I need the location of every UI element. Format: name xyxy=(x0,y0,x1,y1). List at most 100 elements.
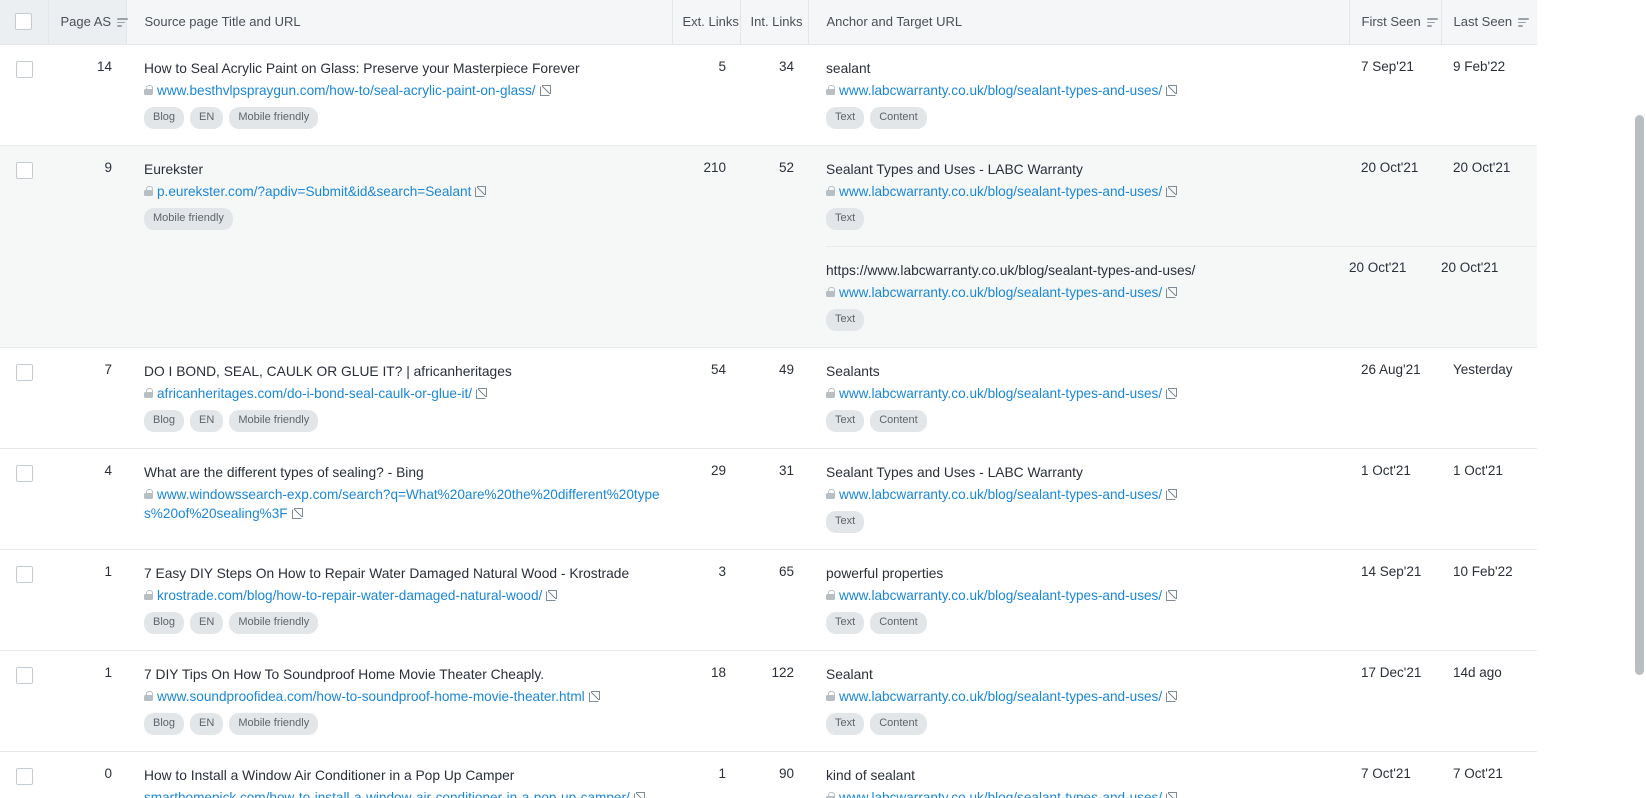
external-link-icon[interactable] xyxy=(476,388,487,399)
url-source-page: africanheritages.com/do-i-bond-seal-caul… xyxy=(144,384,664,403)
row-checkbox[interactable] xyxy=(16,566,33,583)
anchor-cell: Sealant Types and Uses - LABC Warranty ww… xyxy=(808,448,1349,549)
first-seen-cell: 7 Sep'21 xyxy=(1349,44,1441,145)
badge-blog: Blog xyxy=(144,612,184,634)
table-body: 14How to Seal Acrylic Paint on Glass: Pr… xyxy=(0,44,1537,798)
first-seen-cell: 1 Oct'21 xyxy=(1349,448,1441,549)
badge-en: EN xyxy=(190,107,223,129)
url-source-page: p.eurekster.com/?apdiv=Submit&id&search=… xyxy=(144,182,664,201)
external-link-icon[interactable] xyxy=(1166,287,1177,298)
sort-icon[interactable] xyxy=(117,18,128,27)
external-link-icon[interactable] xyxy=(1166,186,1177,197)
lock-icon xyxy=(144,691,153,702)
source-page-cell: How to Install a Window Air Conditioner … xyxy=(126,751,672,798)
anchor-block: Sealant Types and Uses - LABC Warranty ww… xyxy=(826,449,1341,549)
badge-text: Text xyxy=(826,511,864,533)
badge-list: TextContent xyxy=(826,410,1341,432)
external-link-icon[interactable] xyxy=(1166,388,1177,399)
source-page-title: DO I BOND, SEAL, CAULK OR GLUE IT? | afr… xyxy=(144,362,664,381)
page-as-cell: 14 xyxy=(48,44,126,145)
source-page-cell: How to Seal Acrylic Paint on Glass: Pres… xyxy=(126,44,672,145)
badge-en: EN xyxy=(190,713,223,735)
column-header-ext-links: Ext. Links xyxy=(672,0,740,44)
anchor-text: https://www.labcwarranty.co.uk/blog/seal… xyxy=(826,261,1341,280)
last-seen-cell: 1 Oct'21 xyxy=(1441,448,1537,549)
external-link-icon[interactable] xyxy=(540,85,551,96)
badge-content: Content xyxy=(870,713,927,735)
vertical-scrollbar-thumb[interactable] xyxy=(1635,115,1644,675)
ext-links-cell: 54 xyxy=(672,347,740,448)
last-seen-cell: 9 Feb'22 xyxy=(1441,44,1537,145)
table-row: 4What are the different types of sealing… xyxy=(0,448,1537,549)
url-link[interactable]: www.labcwarranty.co.uk/blog/sealant-type… xyxy=(839,487,1162,502)
badge-list: Blog EN Mobile friendly xyxy=(144,713,664,735)
right-gutter xyxy=(1537,0,1632,798)
anchor-text: Sealant Types and Uses - LABC Warranty xyxy=(826,463,1341,482)
url-link[interactable]: africanheritages.com/do-i-bond-seal-caul… xyxy=(157,386,472,401)
column-header-first-seen[interactable]: First Seen xyxy=(1349,0,1441,44)
url-link[interactable]: p.eurekster.com/?apdiv=Submit&id&search=… xyxy=(157,184,471,199)
external-link-icon[interactable] xyxy=(1166,691,1177,702)
ext-links-cell: 3 xyxy=(672,549,740,650)
sort-icon[interactable] xyxy=(1518,18,1529,27)
external-link-icon[interactable] xyxy=(1166,489,1177,500)
url-link[interactable]: smarthomepick.com/how-to-install-a-windo… xyxy=(144,790,630,798)
url-link[interactable]: www.labcwarranty.co.uk/blog/sealant-type… xyxy=(839,184,1162,199)
column-header-page-as[interactable]: Page AS xyxy=(48,0,126,44)
badge-content: Content xyxy=(870,410,927,432)
row-select-cell xyxy=(0,44,48,145)
url-link[interactable]: www.besthvlpspraygun.com/how-to/seal-acr… xyxy=(157,83,536,98)
url-link[interactable]: www.soundproofidea.com/how-to-soundproof… xyxy=(157,689,585,704)
first-seen-cell: 14 Sep'21 xyxy=(1349,549,1441,650)
external-link-icon[interactable] xyxy=(634,792,645,798)
anchor-cell: powerful propertieswww.labcwarranty.co.u… xyxy=(808,549,1349,650)
int-links-cell: 34 xyxy=(740,44,808,145)
source-page-title: Eurekster xyxy=(144,160,664,179)
url-link[interactable]: www.labcwarranty.co.uk/blog/sealant-type… xyxy=(839,285,1162,300)
external-link-icon[interactable] xyxy=(1166,792,1177,798)
badge-list: Text xyxy=(826,309,1341,331)
vertical-scrollbar-track[interactable] xyxy=(1632,0,1646,798)
url-link[interactable]: www.labcwarranty.co.uk/blog/sealant-type… xyxy=(839,790,1162,798)
anchor-block: kind of sealantwww.labcwarranty.co.uk/bl… xyxy=(826,752,1341,798)
url-target-page: www.labcwarranty.co.uk/blog/sealant-type… xyxy=(826,788,1341,798)
url-link[interactable]: www.labcwarranty.co.uk/blog/sealant-type… xyxy=(839,83,1162,98)
column-header-last-seen[interactable]: Last Seen xyxy=(1441,0,1537,44)
row-checkbox[interactable] xyxy=(16,364,33,381)
badge-mobile-friendly: Mobile friendly xyxy=(229,713,318,735)
url-link[interactable]: www.labcwarranty.co.uk/blog/sealant-type… xyxy=(839,588,1162,603)
external-link-icon[interactable] xyxy=(292,508,303,519)
external-link-icon[interactable] xyxy=(589,691,600,702)
column-header-select-all xyxy=(0,0,48,44)
page-as-cell: 1 xyxy=(48,650,126,751)
sort-icon[interactable] xyxy=(1427,18,1438,27)
select-all-checkbox[interactable] xyxy=(15,13,32,30)
row-checkbox[interactable] xyxy=(16,465,33,482)
row-checkbox[interactable] xyxy=(16,162,33,179)
anchor-cell: kind of sealantwww.labcwarranty.co.uk/bl… xyxy=(808,751,1349,798)
badge-mobile-friendly: Mobile friendly xyxy=(229,612,318,634)
url-link[interactable]: www.labcwarranty.co.uk/blog/sealant-type… xyxy=(839,689,1162,704)
badge-list: Text xyxy=(826,208,1341,230)
url-link[interactable]: krostrade.com/blog/how-to-repair-water-d… xyxy=(157,588,542,603)
page-as-cell: 9 xyxy=(48,145,126,347)
url-target-page: www.labcwarranty.co.uk/blog/sealant-type… xyxy=(826,283,1341,302)
url-source-page: www.windowssearch-exp.com/search?q=What%… xyxy=(144,485,664,523)
row-checkbox[interactable] xyxy=(16,768,33,785)
ext-links-cell: 29 xyxy=(672,448,740,549)
url-link[interactable]: www.windowssearch-exp.com/search?q=What%… xyxy=(144,487,660,521)
external-link-icon[interactable] xyxy=(475,186,486,197)
external-link-icon[interactable] xyxy=(546,590,557,601)
row-checkbox[interactable] xyxy=(16,667,33,684)
row-checkbox[interactable] xyxy=(16,61,33,78)
badge-blog: Blog xyxy=(144,713,184,735)
lock-icon xyxy=(826,792,835,798)
url-target-page: www.labcwarranty.co.uk/blog/sealant-type… xyxy=(826,384,1341,403)
table-row: 17 DIY Tips On How To Soundproof Home Mo… xyxy=(0,650,1537,751)
external-link-icon[interactable] xyxy=(1166,85,1177,96)
first-seen-cell: 26 Aug'21 xyxy=(1349,347,1441,448)
source-page-cell: Eurekster p.eurekster.com/?apdiv=Submit&i… xyxy=(126,145,672,347)
column-header-source: Source page Title and URL xyxy=(126,0,672,44)
external-link-icon[interactable] xyxy=(1166,590,1177,601)
url-link[interactable]: www.labcwarranty.co.uk/blog/sealant-type… xyxy=(839,386,1162,401)
